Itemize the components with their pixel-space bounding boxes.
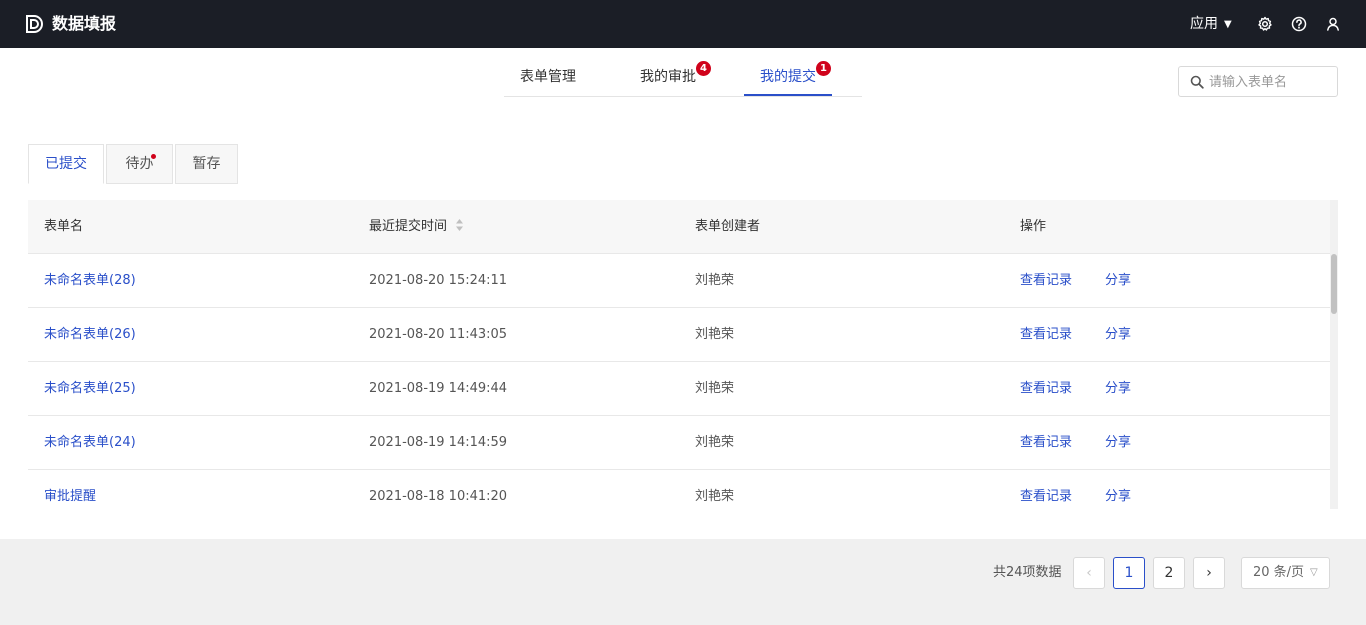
subtab-submitted[interactable]: 已提交 [28,144,104,184]
user-profile-icon[interactable] [1325,16,1341,32]
sort-icon[interactable] [455,218,464,232]
column-header-creator: 表单创建者 [695,219,761,234]
submit-time: 2021-08-18 10:41:20 [369,489,508,504]
forms-table: 表单名 最近提交时间 表单创建者 操作 未命名表单(28) 2021-08-20… [28,200,1330,509]
chevron-right-icon: › [1206,565,1212,581]
submit-time: 2021-08-20 11:43:05 [369,327,508,342]
page-2-button[interactable]: 2 [1153,557,1185,589]
total-count: 共24项数据 [993,565,1062,580]
form-creator: 刘艳荣 [695,435,735,450]
scrollbar-thumb[interactable] [1331,254,1337,314]
page-1-button[interactable]: 1 [1113,557,1145,589]
subtab-label: 已提交 [45,156,87,172]
submit-time: 2021-08-19 14:49:44 [369,381,508,396]
subtab-label: 暂存 [192,156,221,172]
view-records-link[interactable]: 查看记录 [1020,380,1072,398]
search-input[interactable] [1209,71,1333,93]
approvals-count-badge: 4 [696,61,711,76]
table-scrollbar[interactable] [1330,200,1338,509]
share-link[interactable]: 分享 [1105,272,1131,290]
search-icon [1190,75,1204,89]
search-box[interactable] [1178,66,1338,97]
view-records-link[interactable]: 查看记录 [1020,272,1072,290]
form-name-link[interactable]: 未命名表单(25) [44,380,136,398]
todo-notification-dot [151,154,156,159]
tab-label: 表单管理 [520,69,576,85]
page-size-select[interactable]: 20 条/页 ▽ [1241,557,1330,589]
table-row: 未命名表单(28) 2021-08-20 15:24:11 刘艳荣 查看记录 分… [28,254,1330,308]
share-link[interactable]: 分享 [1105,380,1131,398]
form-creator: 刘艳荣 [695,489,735,504]
tab-form-management[interactable]: 表单管理 [520,68,576,86]
apps-menu-label: 应用 [1190,16,1218,32]
table-row: 未命名表单(26) 2021-08-20 11:43:05 刘艳荣 查看记录 分… [28,308,1330,362]
view-records-link[interactable]: 查看记录 [1020,488,1072,506]
form-name-link[interactable]: 未命名表单(24) [44,434,136,452]
table-row: 审批提醒 2021-08-18 10:41:20 刘艳荣 查看记录 分享 [28,470,1330,509]
active-tab-indicator [744,94,832,96]
tab-my-submissions[interactable]: 我的提交 [760,68,816,86]
submissions-count-badge: 1 [816,61,831,76]
page-size-label: 20 条/页 [1253,565,1305,580]
form-creator: 刘艳荣 [695,273,735,288]
top-bar: 数据填报 应用 ▼ [0,0,1366,48]
table-row: 未命名表单(24) 2021-08-19 14:14:59 刘艳荣 查看记录 分… [28,416,1330,470]
share-link[interactable]: 分享 [1105,434,1131,452]
column-header-form-name: 表单名 [44,219,84,234]
chevron-down-icon: ▽ [1310,567,1318,578]
view-records-link[interactable]: 查看记录 [1020,326,1072,344]
subtab-todo[interactable]: 待办 [106,144,173,184]
content-panel: 已提交 待办 暂存 表单名 最近提交时间 表单创建者 操作 未命名表单(28) … [0,113,1366,539]
tab-label: 我的审批 [640,69,696,85]
form-creator: 刘艳荣 [695,381,735,396]
view-records-link[interactable]: 查看记录 [1020,434,1072,452]
caret-down-icon: ▼ [1224,19,1232,30]
settings-gear-icon[interactable] [1257,16,1273,32]
app-title: 数据填报 [52,14,117,33]
subtab-label: 待办 [125,156,154,172]
apps-menu[interactable]: 应用 ▼ [1190,15,1232,34]
form-creator: 刘艳荣 [695,327,735,342]
form-name-link[interactable]: 未命名表单(28) [44,272,136,290]
tab-label: 我的提交 [760,69,816,85]
next-page-button[interactable]: › [1193,557,1225,589]
submit-time: 2021-08-20 15:24:11 [369,273,508,288]
form-name-link[interactable]: 未命名表单(26) [44,326,136,344]
pagination-bar: 共24项数据 ‹ 1 2 › 20 条/页 ▽ [0,539,1366,625]
help-question-icon[interactable] [1291,16,1307,32]
nav-bar: 表单管理 我的审批 4 我的提交 1 [0,48,1366,113]
column-header-submit-time[interactable]: 最近提交时间 [369,218,464,236]
column-header-actions: 操作 [1020,219,1047,234]
nav-tabs-divider [504,96,862,97]
prev-page-button[interactable]: ‹ [1073,557,1105,589]
column-header-label: 最近提交时间 [369,219,448,234]
table-header: 表单名 最近提交时间 表单创建者 操作 [28,200,1330,254]
tab-my-approvals[interactable]: 我的审批 [640,68,696,86]
submit-time: 2021-08-19 14:14:59 [369,435,508,450]
app-logo-icon [26,15,43,33]
subtab-draft[interactable]: 暂存 [175,144,238,184]
share-link[interactable]: 分享 [1105,326,1131,344]
share-link[interactable]: 分享 [1105,488,1131,506]
table-row: 未命名表单(25) 2021-08-19 14:49:44 刘艳荣 查看记录 分… [28,362,1330,416]
chevron-left-icon: ‹ [1086,565,1092,581]
form-name-link[interactable]: 审批提醒 [44,488,96,506]
